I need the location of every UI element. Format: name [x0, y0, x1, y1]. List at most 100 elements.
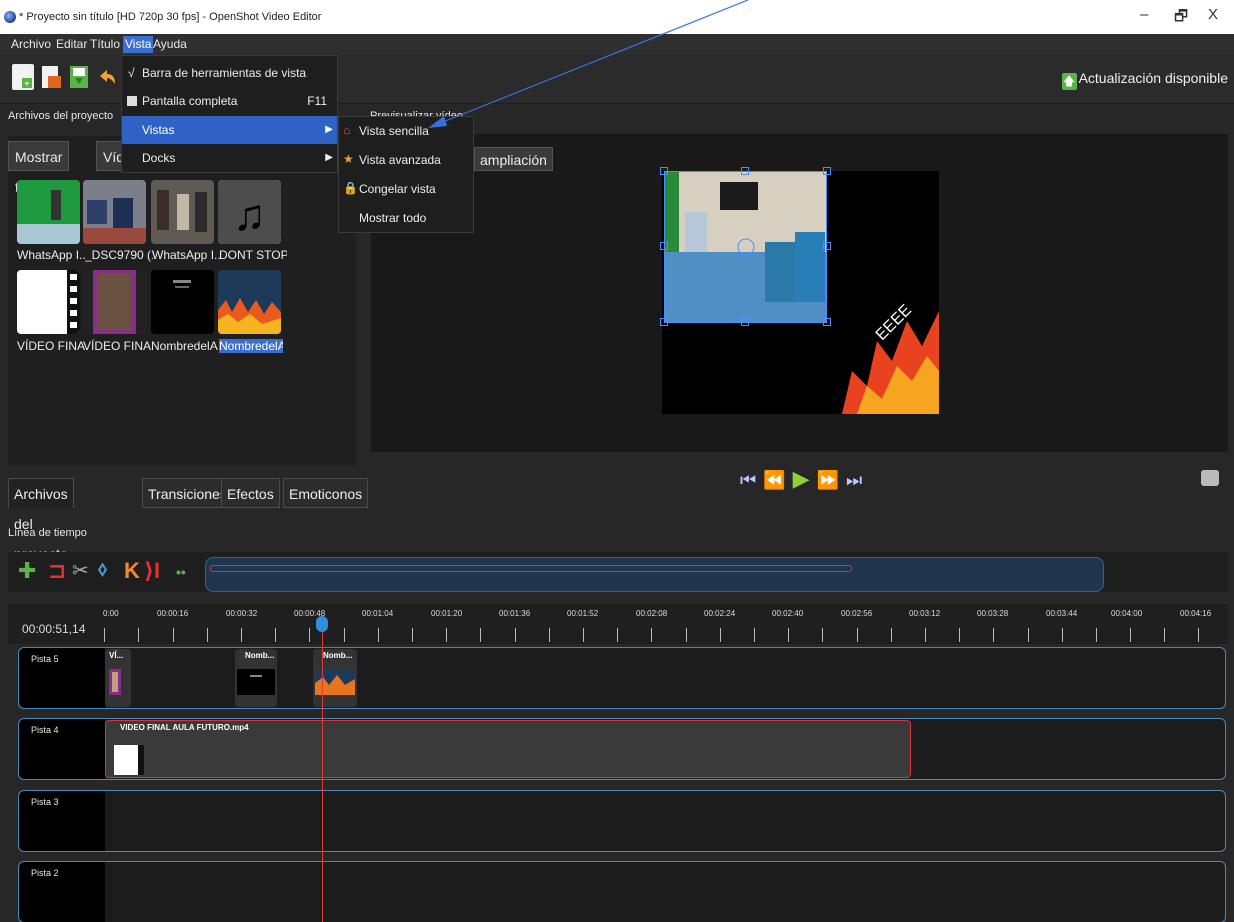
timeline-ruler[interactable]: 00:00:51,14 0:00 00:00:16 00:00:32 00:00… [8, 604, 1228, 644]
selected-clip-frame[interactable] [664, 171, 827, 323]
tick-label: 00:04:00 [1111, 609, 1143, 618]
ruler-tick [959, 628, 960, 642]
ruler-tick [1164, 628, 1165, 642]
submenu-item-freeze-view[interactable]: 🔒 Congelar vista [339, 175, 473, 203]
timeline-clip-main[interactable]: VIDEO FINAL AULA FUTURO.mp4 [105, 720, 911, 778]
classroom-image [83, 180, 146, 244]
timeline-clip[interactable]: Nomb... [313, 649, 357, 707]
menu-item-docks[interactable]: Docks ▶ [122, 144, 337, 172]
ruler-tick [207, 628, 208, 642]
ruler-tick [275, 628, 276, 642]
filter-show-all[interactable]: Mostrar todo [8, 141, 70, 195]
resize-handle[interactable] [823, 167, 831, 175]
star-icon: ★ [343, 152, 354, 166]
ruler-tick [993, 628, 994, 642]
ruler-tick [378, 628, 379, 642]
jump-end-icon[interactable]: ⏭ [846, 470, 863, 490]
ruler-tick [1198, 628, 1199, 642]
playhead-handle[interactable] [316, 616, 328, 632]
file-thumbnail[interactable] [218, 270, 281, 334]
next-marker-icon[interactable]: ⟩I [144, 558, 160, 584]
film-strip-icon [114, 745, 144, 775]
previous-marker-icon[interactable]: K [124, 558, 140, 584]
file-label-selected: NombredelA... [219, 339, 283, 353]
resize-handle[interactable] [741, 318, 749, 326]
fast-forward-icon[interactable]: ⏩ [817, 470, 840, 490]
tick-label: 00:02:08 [636, 609, 668, 618]
tick-label: 00:00:32 [226, 609, 258, 618]
ruler-tick [412, 628, 413, 642]
tab-effects[interactable]: Efectos [221, 478, 280, 508]
playhead-line [322, 620, 323, 922]
zoom-button[interactable]: ampliación [474, 147, 553, 171]
resize-handle[interactable] [741, 167, 749, 175]
tick-label: 00:01:52 [567, 609, 599, 618]
resize-handle[interactable] [660, 318, 668, 326]
file-thumbnail[interactable] [83, 180, 146, 244]
track-label: Pista 5 [31, 654, 59, 664]
center-playhead-icon[interactable]: •• [176, 564, 186, 580]
timeline-scroll-strip[interactable] [205, 557, 1104, 592]
snap-icon[interactable]: ⊐ [48, 558, 66, 584]
file-thumbnail[interactable] [17, 270, 80, 334]
ruler-tick [104, 628, 105, 642]
ruler-tick [309, 628, 310, 642]
file-label: VÍDEO FINAL... [83, 339, 151, 353]
resize-handle[interactable] [823, 242, 831, 250]
track-label: Pista 4 [31, 725, 59, 735]
transport-controls: ⏮ ⏪ ▶ ⏩ ⏭ [740, 466, 863, 491]
jump-start-icon[interactable]: ⏮ [740, 470, 757, 490]
ruler-tick [344, 628, 345, 642]
timeline-clip[interactable]: Nomb... [235, 649, 277, 707]
tab-emoticons[interactable]: Emoticonos [283, 478, 369, 508]
submenu-item-show-all[interactable]: Mostrar todo [339, 204, 473, 232]
ruler-tick [173, 628, 174, 642]
ruler-tick [925, 628, 926, 642]
file-thumbnail[interactable] [151, 270, 214, 334]
file-thumbnail[interactable] [83, 270, 146, 334]
camera-icon[interactable] [1201, 470, 1219, 486]
file-thumbnail[interactable] [151, 180, 214, 244]
ruler-tick [720, 628, 721, 642]
tick-label: 00:01:20 [431, 609, 463, 618]
timeline-clip[interactable]: VÍ... [105, 649, 131, 707]
tick-label: 0:00 [103, 609, 119, 618]
resize-handle[interactable] [660, 242, 668, 250]
title-image [237, 669, 275, 695]
file-label: NombredelA... [151, 339, 219, 353]
fire-title-image [218, 270, 281, 334]
submenu-item-advanced-view[interactable]: ★ Vista avanzada [339, 146, 473, 174]
track-pista-5[interactable]: Pista 5 VÍ... Nomb... Nomb... [18, 647, 1226, 709]
viewport-indicator[interactable] [210, 565, 852, 572]
razor-icon[interactable]: ✂ [72, 558, 89, 583]
track-label: Pista 3 [31, 797, 59, 807]
file-thumbnail[interactable]: ♫ [218, 180, 281, 244]
file-label: VÍDEO FINAL... [17, 339, 85, 353]
track-pista-3[interactable]: Pista 3 [18, 790, 1226, 852]
ruler-tick [1028, 628, 1029, 642]
current-time: 00:00:51,14 [22, 622, 86, 636]
annotation-arrow [428, 0, 749, 128]
rewind-icon[interactable]: ⏪ [763, 470, 786, 490]
file-label: DONT STOP ... [219, 248, 287, 262]
ruler-tick [891, 628, 892, 642]
film-strip-icon [83, 270, 146, 334]
ruler-tick [480, 628, 481, 642]
track-pista-2[interactable]: Pista 2 [18, 861, 1226, 922]
tab-transitions[interactable]: Transiciones [142, 478, 233, 508]
svg-text:♫: ♫ [233, 191, 266, 240]
add-track-icon[interactable]: ✚ [18, 558, 36, 584]
track-pista-4[interactable]: Pista 4 VIDEO FINAL AULA FUTURO.mp4 [18, 718, 1226, 780]
tab-project-files[interactable]: Archivos del proyecto [8, 478, 74, 562]
resize-handle[interactable] [660, 167, 668, 175]
submenu-item-label: Congelar vista [359, 182, 436, 196]
play-icon[interactable]: ▶ [793, 466, 811, 491]
resize-handle[interactable] [823, 318, 831, 326]
submenu-arrow-icon: ▶ [325, 152, 333, 163]
add-marker-icon[interactable]: ⬨ [98, 558, 107, 581]
file-thumbnail[interactable] [17, 180, 80, 244]
menu-item-label: Docks [142, 151, 176, 165]
ruler-tick [583, 628, 584, 642]
tick-label: 00:02:24 [704, 609, 736, 618]
file-label: WhatsApp I... [17, 248, 85, 262]
